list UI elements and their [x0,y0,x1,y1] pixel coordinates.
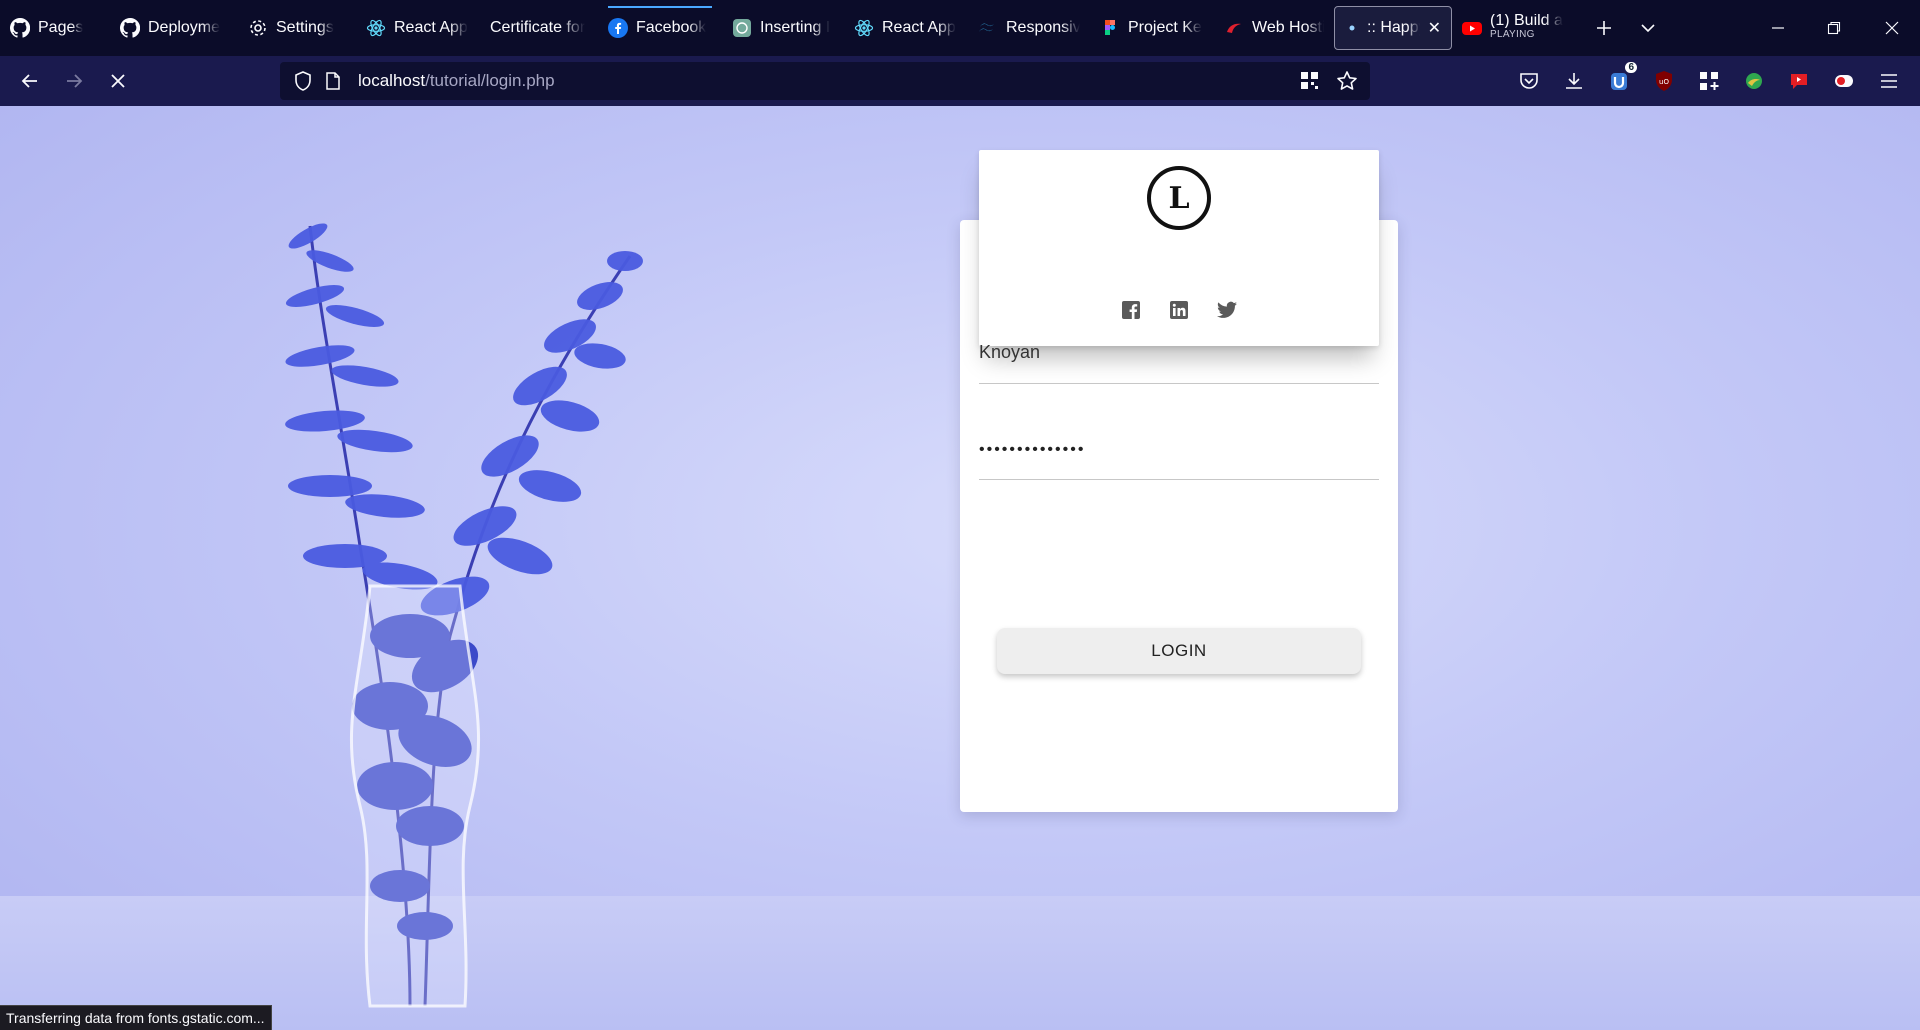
bookmark-star-icon[interactable] [1336,70,1358,97]
tab-facebook[interactable]: Facebook [598,6,722,50]
tab-youtube[interactable]: (1) Build a PLAYING [1452,6,1576,50]
youtube-extension-icon[interactable] [1782,64,1816,98]
figma-icon [1100,18,1120,38]
tab-title-block: (1) Build a PLAYING [1490,14,1563,42]
username-field[interactable]: Knoyan [979,336,1379,384]
username-value: Knoyan [979,342,1041,362]
social-links [979,300,1379,320]
tab-title: Web Hosti [1252,19,1324,36]
tailwind-icon [978,18,998,38]
address-bar[interactable]: localhost/tutorial/login.php [280,62,1370,100]
tab-title: Facebook [636,19,707,36]
restore-button[interactable] [1806,0,1862,56]
brand-logo: L [1147,166,1211,230]
facebook-icon[interactable] [1121,300,1141,320]
github-icon [120,18,140,38]
tab-title: React App [882,19,956,36]
tab-react-app-1[interactable]: React App [356,6,480,50]
tab-title: :: Happy [1367,19,1420,36]
record-extension-icon[interactable] [1827,64,1861,98]
loading-dot-icon [1345,18,1359,38]
tab-react-app-2[interactable]: React App [844,6,968,50]
password-value: •••••••••••••• [979,441,1086,458]
tab-strip: Pages Deployme Settings React App Certif… [0,0,1920,56]
new-tab-button[interactable] [1582,8,1626,48]
tab-title: Inserting I [760,19,831,36]
tab-title: Pages [38,19,84,36]
login-card-header: L [979,150,1379,346]
status-text: Transferring data from fonts.gstatic.com… [6,1010,265,1026]
tab-title: Settings [276,19,334,36]
tab-happy-active[interactable]: :: Happy ✕ [1334,6,1452,50]
tab-title: Deployme [148,19,221,36]
linkedin-icon[interactable] [1169,300,1189,320]
stop-loading-button[interactable] [96,61,140,101]
close-tab-icon[interactable]: ✕ [1428,18,1441,38]
tab-deployments[interactable]: Deployme [110,6,238,50]
tab-title: Certificate for [490,19,586,36]
hosting-icon [1224,18,1244,38]
back-button[interactable] [8,61,52,101]
close-window-button[interactable] [1864,0,1920,56]
gear-icon [248,18,268,38]
url-path: /tutorial/login.php [425,71,555,90]
chatgpt-icon [732,18,752,38]
extension-magnet-icon[interactable]: 6 [1603,62,1637,98]
eucalyptus-plant-image [285,223,643,1008]
react-icon [854,18,874,38]
qr-code-icon[interactable] [1300,71,1320,96]
forward-button[interactable] [52,61,96,101]
react-icon [366,18,386,38]
tab-responsive[interactable]: Responsiv [968,6,1090,50]
password-field[interactable]: •••••••••••••• [979,432,1379,480]
url-text[interactable]: localhost/tutorial/login.php [358,71,555,91]
twitter-icon[interactable] [1217,300,1237,320]
youtube-icon [1462,18,1482,38]
facebook-icon [608,18,628,38]
tab-pages[interactable]: Pages [0,6,110,50]
list-all-tabs-button[interactable] [1626,8,1670,48]
github-icon [10,18,30,38]
minimize-button[interactable] [1750,0,1806,56]
logo-letter: L [1168,180,1190,216]
apps-grid-icon[interactable] [1692,64,1726,98]
tab-playing-label: PLAYING [1490,29,1535,40]
status-bar: Transferring data from fonts.gstatic.com… [0,1005,272,1030]
navigation-toolbar: localhost/tutorial/login.php 6 uO [0,56,1920,106]
page-viewport: L Knoyan •••••••••••••• LOGIN [0,106,1920,1030]
tab-title: (1) Build a [1490,14,1563,28]
tab-settings[interactable]: Settings [238,6,356,50]
tab-title: React App [394,19,468,36]
extension-badge: 6 [1625,62,1637,73]
tab-title: Responsiv [1006,19,1080,36]
pocket-icon[interactable] [1512,64,1546,98]
svg-text:uO: uO [1659,78,1669,86]
tab-title: Project Ke [1128,19,1202,36]
tab-web-hosting[interactable]: Web Hosti [1214,6,1334,50]
downloads-icon[interactable] [1557,64,1591,98]
tab-inserting[interactable]: Inserting I [722,6,844,50]
tab-certificate[interactable]: Certificate for [480,6,598,50]
extension-green-icon[interactable] [1737,64,1771,98]
login-button-label: LOGIN [1151,641,1207,660]
app-menu-icon[interactable] [1872,64,1906,98]
login-button[interactable]: LOGIN [997,628,1361,674]
tab-project[interactable]: Project Ke [1090,6,1214,50]
page-icon[interactable] [318,72,348,90]
url-host: localhost [358,71,426,90]
shield-icon[interactable] [288,71,318,91]
tab-indicator [608,6,712,8]
ublock-icon[interactable]: uO [1647,64,1681,98]
